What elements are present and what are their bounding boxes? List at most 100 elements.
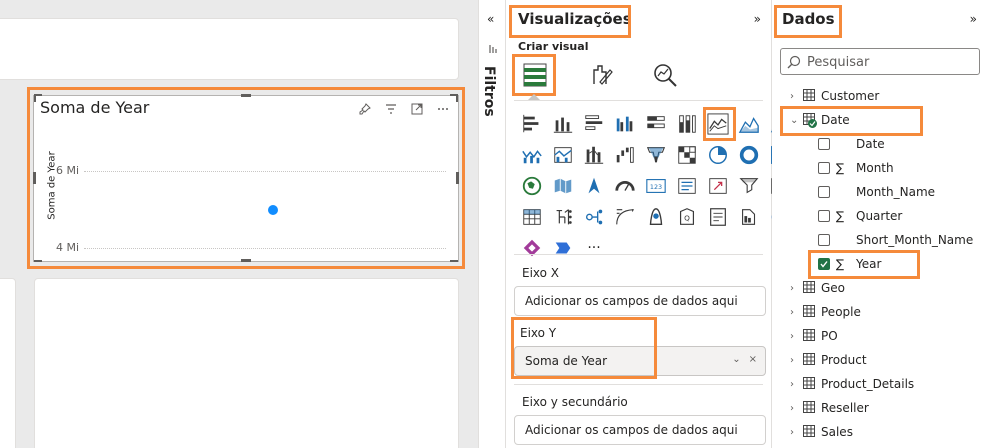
x-axis-well[interactable]: Adicionar os campos de dados aqui [514, 286, 766, 316]
python-visual-icon[interactable] [582, 205, 606, 229]
expand-icon[interactable]: › [790, 331, 794, 342]
card-icon[interactable]: 123 [644, 174, 668, 198]
line-chart-icon[interactable] [706, 112, 730, 136]
expand-icon[interactable]: « [487, 12, 494, 26]
clustered-bar-icon[interactable] [582, 112, 606, 136]
table-people[interactable]: › People [772, 300, 987, 324]
table-reseller[interactable]: › Reseller [772, 396, 987, 420]
resize-handle[interactable] [34, 94, 36, 102]
close-icon[interactable]: × [749, 354, 757, 365]
line-clustered-column-icon[interactable] [551, 143, 575, 167]
resize-handle[interactable] [456, 94, 458, 102]
pin-icon[interactable] [358, 102, 372, 116]
filter-icon[interactable] [384, 102, 398, 116]
filters-label[interactable]: Filtros [481, 66, 497, 117]
build-visual-icon[interactable] [518, 58, 552, 92]
field-checkbox[interactable] [818, 162, 830, 174]
filled-map-icon[interactable] [551, 174, 575, 198]
y-axis-well[interactable]: Soma de Year ⌄ × [514, 346, 766, 376]
qa-icon[interactable]: Q [675, 205, 699, 229]
resize-handle[interactable] [456, 172, 459, 184]
field-month[interactable]: ∑ Month [772, 156, 987, 180]
waterfall-icon[interactable] [613, 143, 637, 167]
field-checkbox[interactable] [818, 138, 830, 150]
line-stacked-column-icon[interactable] [520, 143, 544, 167]
data-point[interactable] [268, 204, 278, 215]
more-options-icon[interactable] [436, 102, 450, 116]
key-influencers-icon[interactable] [613, 205, 637, 229]
secondary-y-axis-well[interactable]: Adicionar os campos de dados aqui [514, 415, 766, 445]
clustered-column-icon[interactable] [613, 112, 637, 136]
power-automate-icon[interactable] [551, 236, 575, 260]
expand-icon[interactable]: › [790, 403, 794, 414]
map-icon[interactable] [520, 174, 544, 198]
field-checkbox[interactable] [818, 258, 830, 270]
focus-mode-icon[interactable] [410, 102, 424, 116]
matrix-icon[interactable] [520, 205, 544, 229]
kpi-icon[interactable] [706, 174, 730, 198]
pie-chart-icon[interactable] [706, 143, 730, 167]
field-checkbox[interactable] [818, 210, 830, 222]
resize-handle[interactable] [450, 260, 458, 262]
field-short-month-name[interactable]: Short_Month_Name [772, 228, 987, 252]
power-apps-icon[interactable] [520, 236, 544, 260]
search-input[interactable] [807, 53, 967, 71]
expand-icon[interactable]: › [790, 355, 794, 366]
empty-visual-bottom-right[interactable] [34, 278, 459, 448]
field-year[interactable]: ∑ Year [772, 252, 987, 276]
gauge-icon[interactable] [613, 174, 637, 198]
table-geo[interactable]: › Geo [772, 276, 987, 300]
expand-icon[interactable]: › [790, 427, 794, 438]
search-box[interactable] [780, 48, 980, 75]
table-customer[interactable]: › Customer [772, 84, 987, 108]
area-chart-icon[interactable] [737, 112, 761, 136]
r-visual-icon[interactable] [551, 205, 575, 229]
analytics-icon[interactable] [650, 60, 684, 94]
table-product_details[interactable]: › Product_Details [772, 372, 987, 396]
resize-handle[interactable] [241, 259, 251, 262]
format-visual-icon[interactable] [586, 60, 620, 94]
filters-pane-collapsed[interactable]: « Filtros [478, 0, 506, 448]
expand-icon[interactable]: › [790, 379, 794, 390]
stacked-column-icon[interactable] [551, 112, 575, 136]
field-month-name[interactable]: Month_Name [772, 180, 987, 204]
expand-icon[interactable]: › [790, 91, 794, 102]
empty-visual-top[interactable] [0, 18, 459, 80]
empty-visual-bottom-left[interactable] [0, 278, 16, 448]
100-stacked-column-icon[interactable] [675, 112, 699, 136]
collapse-icon[interactable]: ⌄ [790, 115, 798, 126]
funnel-icon[interactable] [644, 143, 668, 167]
collapse-icon[interactable]: » [754, 12, 761, 26]
expand-icon[interactable]: › [790, 307, 794, 318]
visual-title: Soma de Year [40, 98, 150, 117]
smart-narrative-icon[interactable] [706, 205, 730, 229]
resize-handle[interactable] [34, 260, 42, 262]
paginated-report-icon[interactable] [737, 205, 761, 229]
table-icon [803, 281, 815, 296]
100-stacked-bar-icon[interactable] [644, 112, 668, 136]
scatter-icon[interactable] [675, 143, 699, 167]
field-checkbox[interactable] [818, 186, 830, 198]
table-sales[interactable]: › Sales [772, 420, 987, 444]
resize-handle[interactable] [241, 94, 251, 97]
y-axis-field[interactable]: Soma de Year [525, 354, 607, 368]
collapse-icon[interactable]: » [970, 12, 977, 26]
slicer-icon[interactable] [737, 174, 761, 198]
table-date[interactable]: ⌄ Date [772, 108, 987, 132]
azure-map-icon[interactable] [582, 174, 606, 198]
decomposition-tree-icon[interactable] [644, 205, 668, 229]
table-po[interactable]: › PO [772, 324, 987, 348]
chevron-down-icon[interactable]: ⌄ [732, 354, 740, 365]
donut-chart-icon[interactable] [737, 143, 761, 167]
resize-handle[interactable] [33, 172, 36, 184]
stacked-bar-icon[interactable] [520, 112, 544, 136]
expand-icon[interactable]: › [790, 283, 794, 294]
field-quarter[interactable]: ∑ Quarter [772, 204, 987, 228]
field-checkbox[interactable] [818, 234, 830, 246]
line-chart-visual[interactable]: Soma de Year Soma de Year 6 Mi 4 Mi [33, 95, 459, 262]
ribbon-chart-icon[interactable] [582, 143, 606, 167]
multi-row-card-icon[interactable] [675, 174, 699, 198]
table-product[interactable]: › Product [772, 348, 987, 372]
more-visuals-icon[interactable]: ··· [582, 236, 606, 260]
field-date[interactable]: Date [772, 132, 987, 156]
